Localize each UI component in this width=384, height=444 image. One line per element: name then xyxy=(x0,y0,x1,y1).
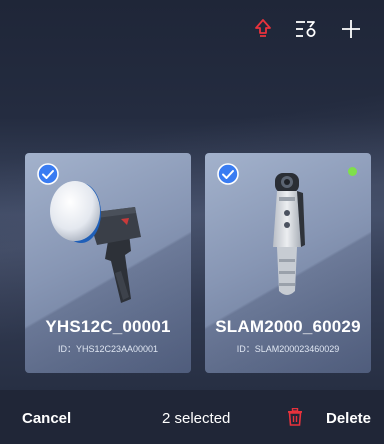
filter-sort-icon[interactable] xyxy=(291,14,321,44)
device-id: ID：SLAM200023460029 xyxy=(236,344,340,354)
device-id: ID：YHS12C23AA00001 xyxy=(57,344,159,354)
device-name: YHS12C_00001 xyxy=(45,317,171,336)
selection-action-bar: Cancel 2 selected Delete xyxy=(0,390,384,444)
device-name: SLAM2000_60029 xyxy=(215,317,361,336)
slam-scanner-image xyxy=(273,173,305,295)
trash-icon[interactable] xyxy=(287,408,303,426)
handheld-scanner-image xyxy=(50,181,141,303)
cancel-button[interactable]: Cancel xyxy=(22,410,71,427)
upload-icon[interactable] xyxy=(248,14,278,44)
device-card[interactable]: YHS12C_00001 ID：YHS12C23AA00001 xyxy=(25,153,191,373)
device-card[interactable]: SLAM2000_60029 ID：SLAM200023460029 xyxy=(205,153,371,373)
checkmark-selected-icon[interactable] xyxy=(217,163,239,185)
checkmark-selected-icon[interactable] xyxy=(37,163,59,185)
online-status-dot xyxy=(348,167,357,176)
top-toolbar xyxy=(0,0,384,62)
plus-icon[interactable] xyxy=(336,14,366,44)
selected-count-label: 2 selected xyxy=(162,410,231,427)
delete-button[interactable]: Delete xyxy=(326,410,371,427)
